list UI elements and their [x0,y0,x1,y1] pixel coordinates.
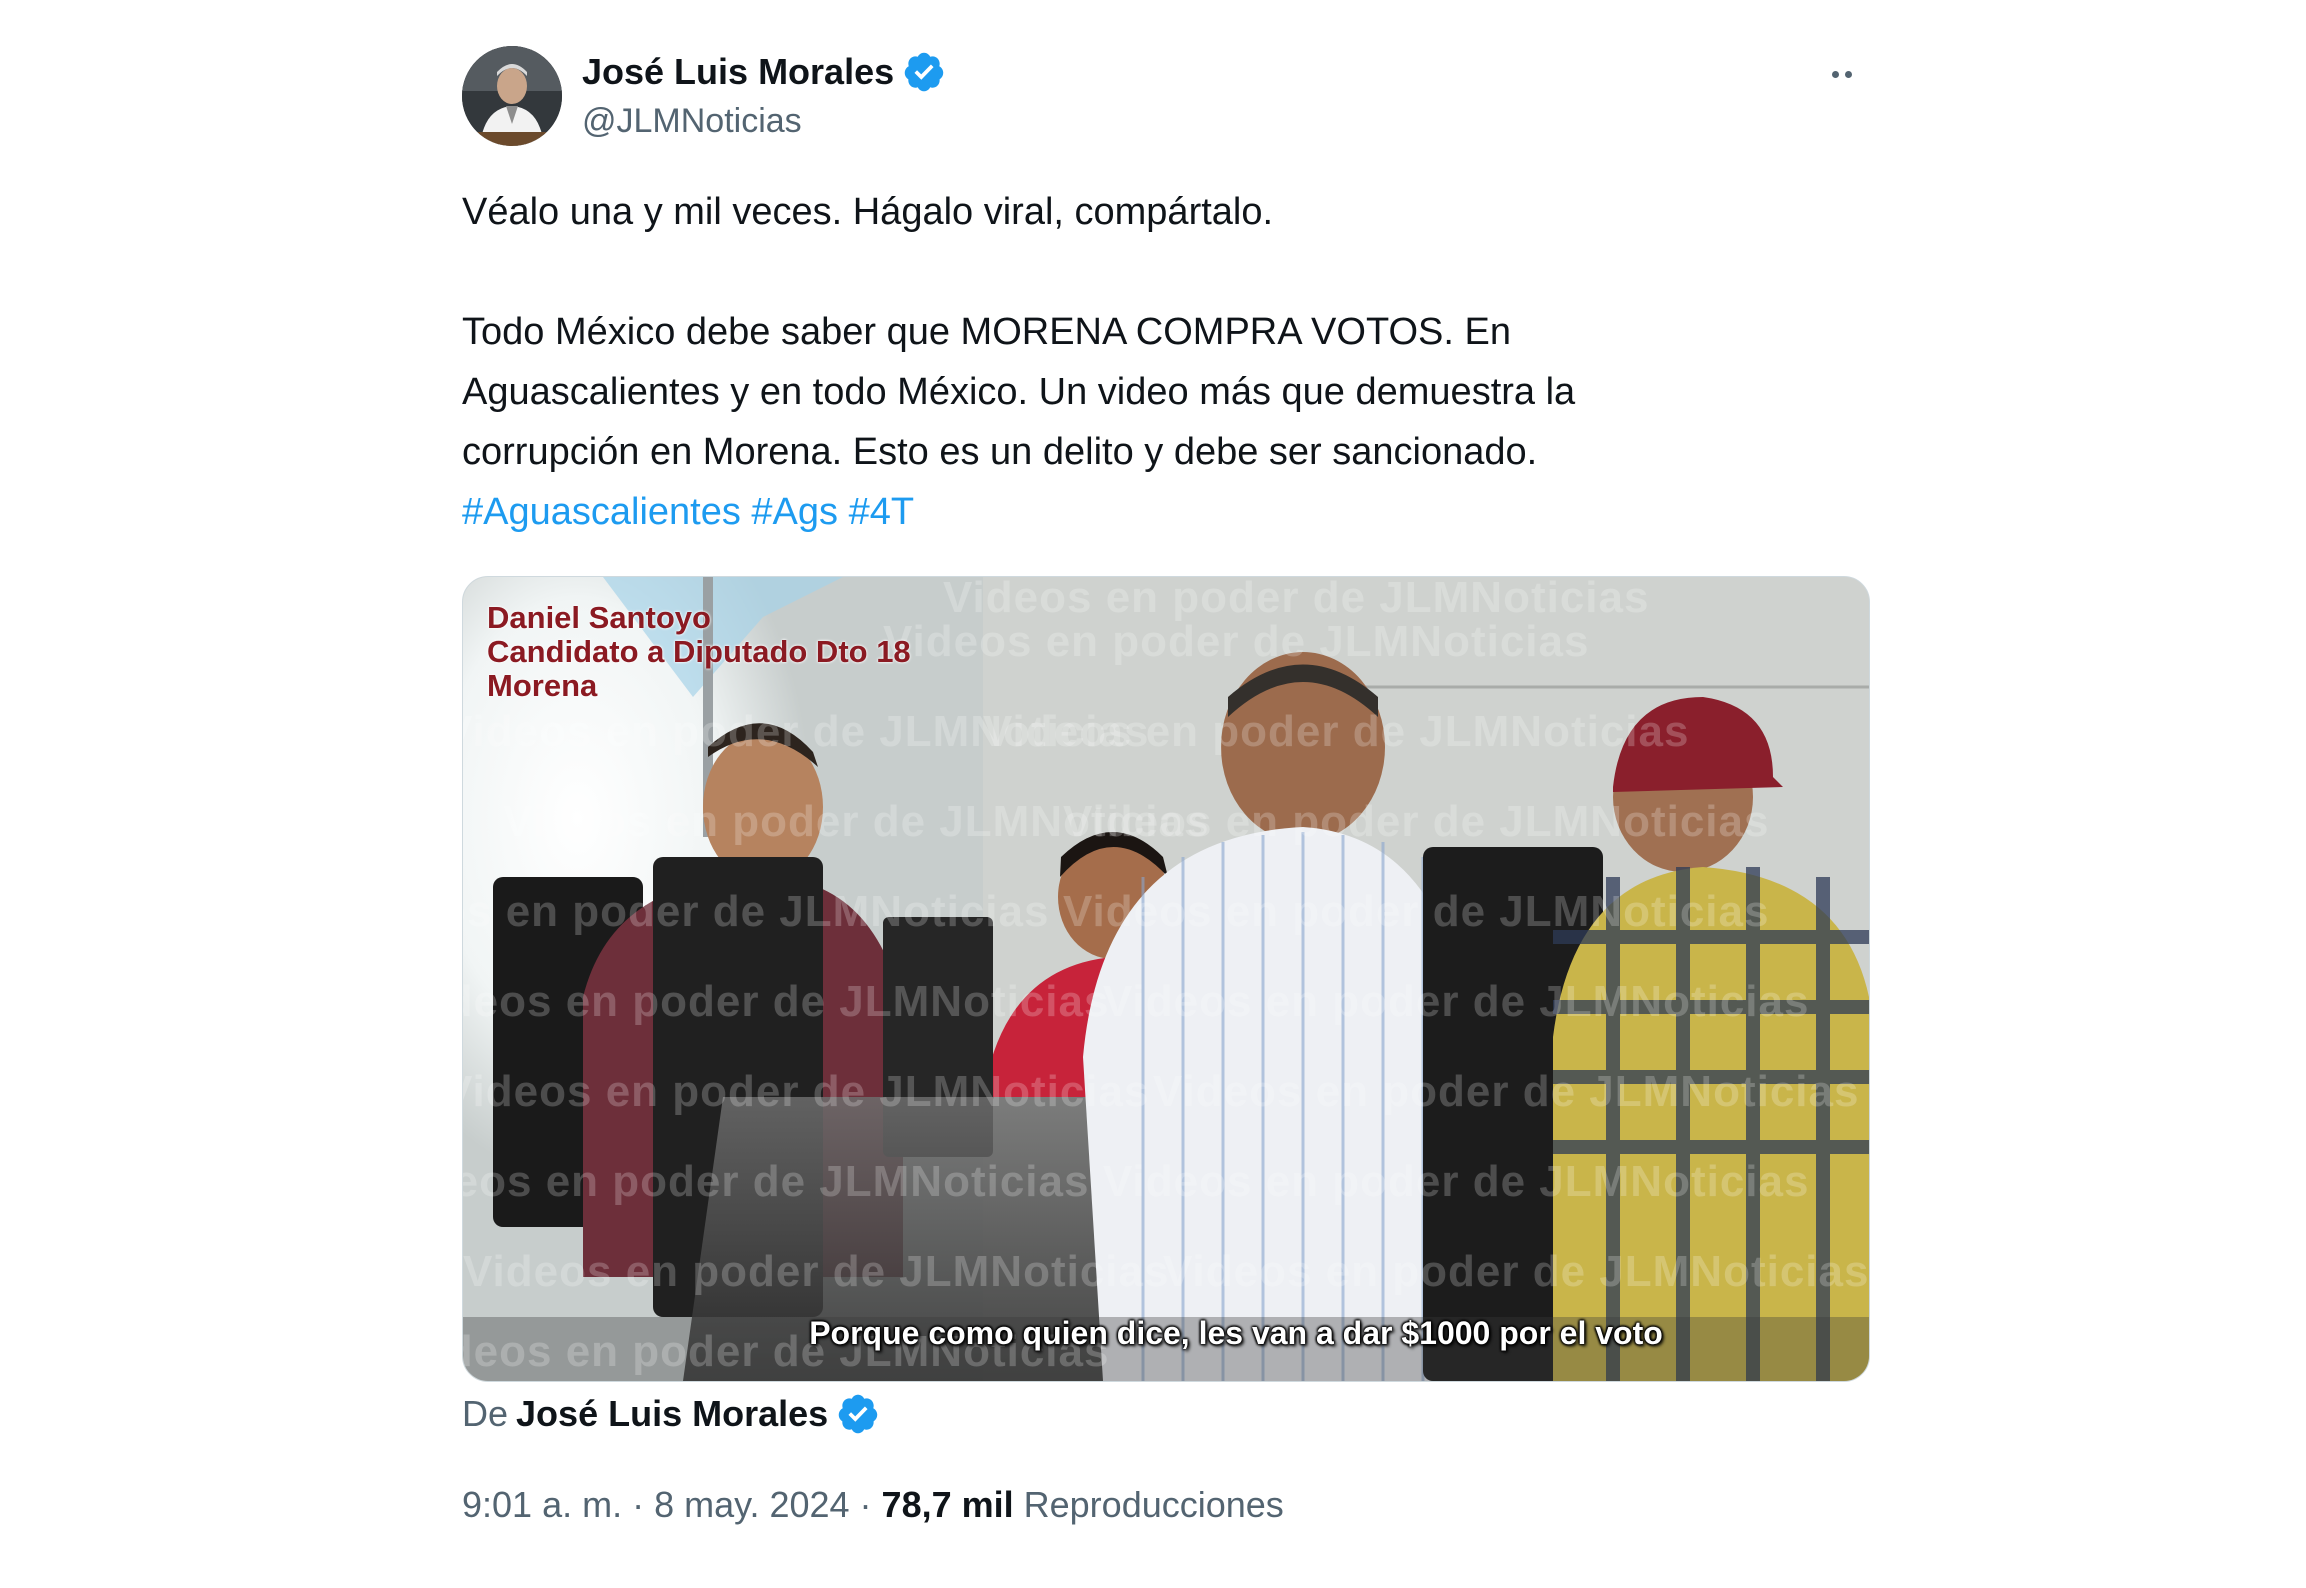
hashtag-link[interactable]: #4T [849,491,914,533]
caption-candidate-party: Morena [487,668,598,703]
meta-separator: · [632,1484,645,1525]
views-label: Reproducciones [1023,1484,1284,1525]
more-dot-icon [1832,70,1839,78]
video-attribution: De José Luis Morales [462,1392,880,1436]
verified-badge-icon [904,52,944,92]
tweet-paragraph-line: Aguascalientes y en todo México. Un vide… [462,371,1576,413]
author-name-row: José Luis Morales [582,50,946,94]
tweet-date-link[interactable]: 8 may. 2024 [654,1484,849,1526]
video-caption-overlay: Daniel Santoyo Candidato a Diputado Dto … [487,601,911,703]
attribution-prefix: De [462,1393,509,1434]
verified-badge-icon [838,1394,878,1434]
author-avatar[interactable] [462,46,562,146]
video-subtitle: Porque como quien dice, les van a dar $1… [809,1315,1663,1351]
avatar-image [462,46,562,146]
attribution-author-link[interactable]: José Luis Morales [516,1393,828,1435]
hashtag-link[interactable]: #Ags [751,491,838,533]
tweet-text: Véalo una y mil veces. Hágalo viral, com… [462,182,1872,542]
caption-candidate-role: Candidato a Diputado Dto 18 [487,634,911,669]
author-name[interactable]: José Luis Morales [582,51,894,93]
tweet-paragraph: Véalo una y mil veces. Hágalo viral, com… [462,191,1274,233]
more-options-button[interactable] [1812,54,1872,94]
meta-separator: · [859,1484,872,1525]
tweet-meta: 9:01 a. m. · 8 may. 2024 · 78,7 mil Repr… [462,1484,1284,1526]
hashtag-link[interactable]: #Aguascalientes [462,491,741,533]
tweet-time-link[interactable]: 9:01 a. m. [462,1484,622,1526]
more-dot-icon [1845,70,1852,78]
caption-candidate-name: Daniel Santoyo [487,600,711,635]
tweet-paragraph-line: corrupción en Morena. Esto es un delito … [462,431,1538,473]
tweet-paragraph-line: Todo México debe saber que MORENA COMPRA… [462,311,1511,353]
video-player[interactable]: Videos en poder de JLMNoticias Videos en… [462,576,1870,1382]
author-handle[interactable]: @JLMNoticias [582,102,802,141]
hashtag-row: #Aguascalientes #Ags #4T [462,482,1872,542]
views-count: 78,7 mil [881,1484,1014,1525]
